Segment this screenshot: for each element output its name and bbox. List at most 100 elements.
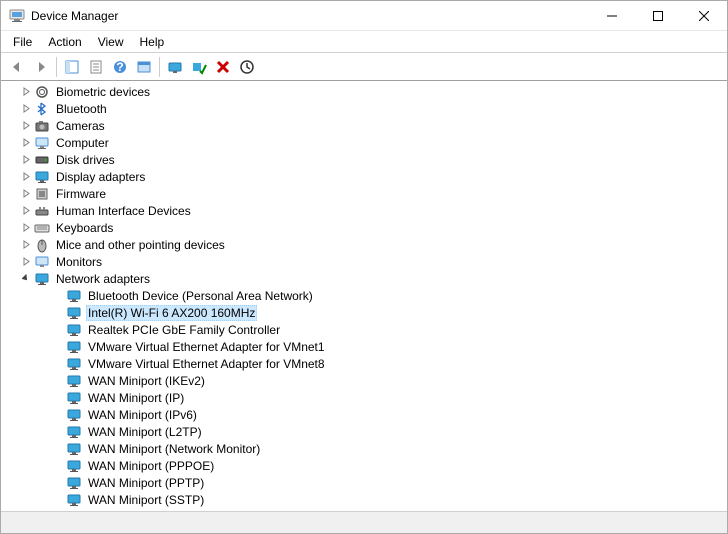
expander-closed-icon[interactable] (20, 188, 32, 200)
expander-closed-icon[interactable] (20, 120, 32, 132)
device-label: WAN Miniport (L2TP) (86, 425, 204, 439)
device-item[interactable]: WAN Miniport (IPv6) (2, 406, 726, 423)
svg-text:?: ? (116, 60, 123, 74)
scan-hardware-button[interactable] (236, 56, 258, 78)
category-label: Biometric devices (54, 85, 152, 99)
network-icon (66, 424, 82, 440)
device-label: VMware Virtual Ethernet Adapter for VMne… (86, 340, 327, 354)
category-label: Other devices (54, 510, 132, 512)
category-label: Computer (54, 136, 111, 150)
device-item[interactable]: Intel(R) Wi-Fi 6 AX200 160MHz (2, 304, 726, 321)
category-label: Network adapters (54, 272, 152, 286)
device-tree[interactable]: Biometric devices BluetoothCameras Compute… (1, 81, 727, 511)
mouse-icon (34, 237, 50, 253)
expander-closed-icon[interactable] (20, 154, 32, 166)
expander-none (52, 460, 64, 472)
device-category[interactable]: Cameras (2, 117, 726, 134)
device-category[interactable]: Biometric devices (2, 83, 726, 100)
firmware-icon (34, 186, 50, 202)
device-item[interactable]: WAN Miniport (SSTP) (2, 491, 726, 508)
device-item[interactable]: Bluetooth Device (Personal Area Network) (2, 287, 726, 304)
expander-none (52, 375, 64, 387)
device-item[interactable]: VMware Virtual Ethernet Adapter for VMne… (2, 355, 726, 372)
uninstall-device-button[interactable] (212, 56, 234, 78)
monitor-icon (34, 254, 50, 270)
device-label: WAN Miniport (IPv6) (86, 408, 199, 422)
expander-none (52, 290, 64, 302)
device-item[interactable]: WAN Miniport (IP) (2, 389, 726, 406)
maximize-button[interactable] (635, 1, 681, 31)
expander-closed-icon[interactable] (20, 222, 32, 234)
expander-none (52, 426, 64, 438)
network-icon (66, 407, 82, 423)
device-category[interactable]: Monitors (2, 253, 726, 270)
close-button[interactable] (681, 1, 727, 31)
category-label: Firmware (54, 187, 108, 201)
network-icon (66, 475, 82, 491)
menu-view[interactable]: View (90, 33, 132, 51)
network-icon (66, 356, 82, 372)
menu-action[interactable]: Action (40, 33, 89, 51)
device-item[interactable]: WAN Miniport (L2TP) (2, 423, 726, 440)
device-item[interactable]: WAN Miniport (Network Monitor) (2, 440, 726, 457)
device-label: WAN Miniport (IP) (86, 391, 186, 405)
device-item[interactable]: VMware Virtual Ethernet Adapter for VMne… (2, 338, 726, 355)
expander-open-icon[interactable] (20, 273, 32, 285)
display-icon (34, 169, 50, 185)
network-icon (66, 305, 82, 321)
app-icon (9, 8, 25, 24)
expander-closed-icon[interactable] (20, 511, 32, 512)
title-bar: Device Manager (1, 1, 727, 31)
expander-none (52, 358, 64, 370)
category-label: Bluetooth (54, 102, 109, 116)
disable-device-button[interactable] (188, 56, 210, 78)
window-controls (589, 1, 727, 31)
help-button[interactable]: ? (109, 56, 131, 78)
network-icon (34, 271, 50, 287)
device-item[interactable]: WAN Miniport (IKEv2) (2, 372, 726, 389)
properties-button[interactable] (85, 56, 107, 78)
status-bar (1, 511, 727, 533)
expander-closed-icon[interactable] (20, 103, 32, 115)
bluetooth-icon (34, 101, 50, 117)
device-label: Intel(R) Wi-Fi 6 AX200 160MHz (86, 305, 257, 321)
menu-help[interactable]: Help (132, 33, 173, 51)
device-category[interactable]: Firmware (2, 185, 726, 202)
device-label: WAN Miniport (PPPOE) (86, 459, 216, 473)
device-item[interactable]: WAN Miniport (PPTP) (2, 474, 726, 491)
expander-none (52, 324, 64, 336)
disk-icon (34, 152, 50, 168)
menu-file[interactable]: File (5, 33, 40, 51)
device-item[interactable]: Realtek PCIe GbE Family Controller (2, 321, 726, 338)
device-category[interactable]: ! Other devices (2, 508, 726, 511)
network-icon (66, 322, 82, 338)
device-label: Realtek PCIe GbE Family Controller (86, 323, 282, 337)
expander-closed-icon[interactable] (20, 256, 32, 268)
expander-closed-icon[interactable] (20, 137, 32, 149)
device-category[interactable]: Computer (2, 134, 726, 151)
device-category[interactable]: Network adapters (2, 270, 726, 287)
device-item[interactable]: WAN Miniport (PPPOE) (2, 457, 726, 474)
device-category[interactable]: Display adapters (2, 168, 726, 185)
toolbar-view-button[interactable] (133, 56, 155, 78)
device-category[interactable]: Mice and other pointing devices (2, 236, 726, 253)
biometric-icon (34, 84, 50, 100)
expander-closed-icon[interactable] (20, 205, 32, 217)
expander-closed-icon[interactable] (20, 171, 32, 183)
show-hide-console-tree-button[interactable] (61, 56, 83, 78)
minimize-button[interactable] (589, 1, 635, 31)
device-category[interactable]: Human Interface Devices (2, 202, 726, 219)
device-category[interactable]: Keyboards (2, 219, 726, 236)
back-button[interactable] (6, 56, 28, 78)
expander-none (52, 341, 64, 353)
expander-none (52, 477, 64, 489)
update-driver-button[interactable] (164, 56, 186, 78)
device-category[interactable]: Bluetooth (2, 100, 726, 117)
network-icon (66, 288, 82, 304)
category-label: Monitors (54, 255, 104, 269)
forward-button[interactable] (30, 56, 52, 78)
expander-closed-icon[interactable] (20, 239, 32, 251)
device-category[interactable]: Disk drives (2, 151, 726, 168)
other-icon: ! (34, 509, 50, 512)
expander-closed-icon[interactable] (20, 86, 32, 98)
